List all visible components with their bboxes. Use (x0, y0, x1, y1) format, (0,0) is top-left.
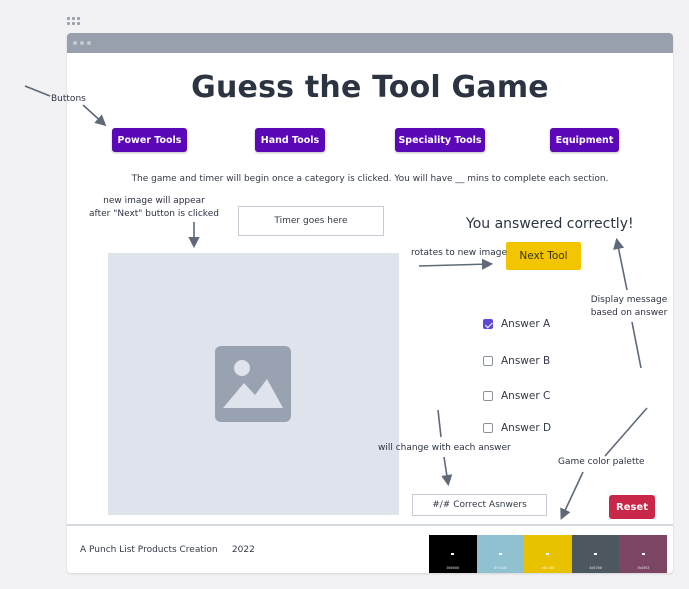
annotation-arrows (24, 85, 648, 520)
